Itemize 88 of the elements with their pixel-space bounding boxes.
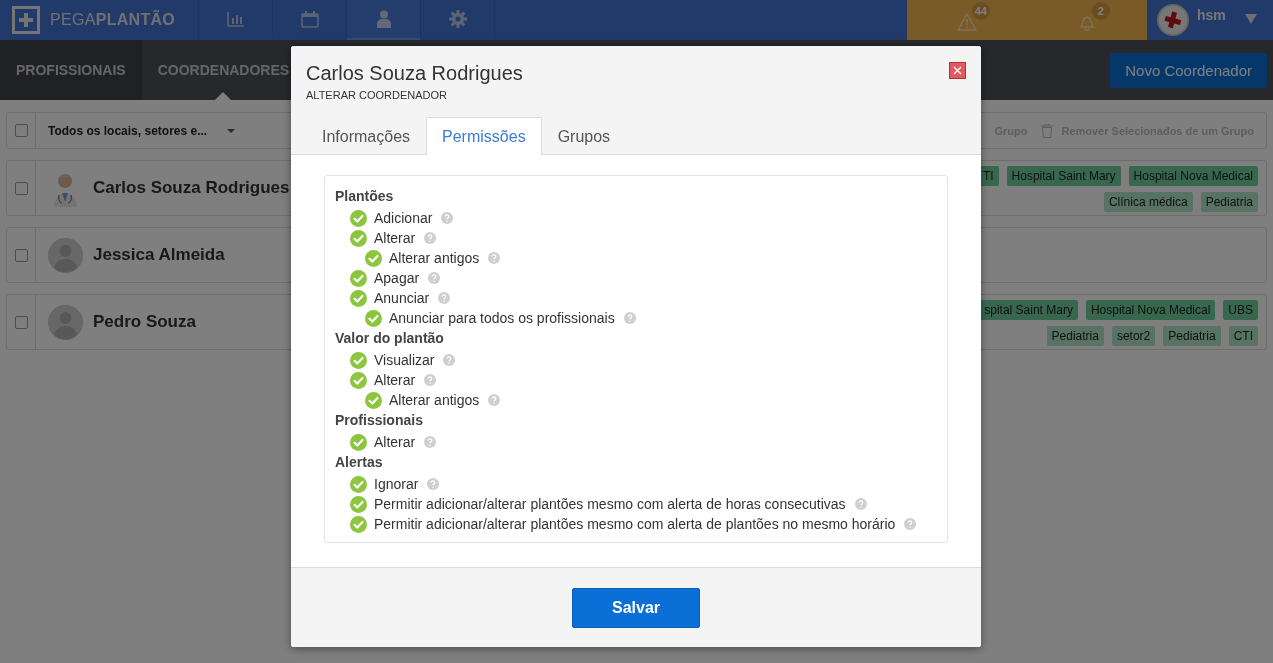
- permission-label: Alterar antigos: [389, 392, 480, 408]
- section-tab[interactable]: PROFISSIONAIS: [0, 40, 142, 100]
- help-icon[interactable]: [488, 252, 501, 264]
- logo-icon: [12, 6, 40, 34]
- place-tag: Hospital Saint Mary: [1006, 166, 1121, 186]
- caret-icon[interactable]: [1245, 14, 1257, 24]
- check-circle-icon[interactable]: [350, 433, 367, 451]
- help-icon[interactable]: [427, 478, 440, 490]
- check-circle-icon[interactable]: [350, 229, 367, 247]
- nav-tab[interactable]: [347, 0, 421, 40]
- check-circle-icon[interactable]: [365, 249, 382, 267]
- permission-label: Permitir adicionar/alterar plantões mesmo com alerta de plantões no mesmo horário: [374, 516, 896, 532]
- help-icon[interactable]: [424, 374, 437, 386]
- modal-tab[interactable]: Grupos: [541, 117, 627, 155]
- filter-dropdown[interactable]: Todos os locais, setores e...: [48, 123, 208, 138]
- bar-chart-icon: [226, 11, 245, 27]
- check-circle-icon[interactable]: [350, 209, 367, 227]
- logo-text: PEGAPLANTÃO: [50, 11, 176, 29]
- modal-subtitle: ALTERAR COORDENADOR: [306, 89, 447, 101]
- permission-label: Anunciar para todos os profissionais: [389, 310, 615, 326]
- permission-label: Alterar: [374, 372, 416, 388]
- sector-tag: Pediatria: [1163, 326, 1221, 346]
- group-heading: Profissionais: [335, 411, 423, 429]
- place-tag: UBS: [1223, 300, 1258, 320]
- check-circle-icon[interactable]: [350, 495, 367, 513]
- help-icon[interactable]: [488, 394, 501, 406]
- help-icon[interactable]: [428, 272, 441, 284]
- bell-icon: [1078, 13, 1096, 31]
- checkbox[interactable]: [14, 124, 28, 137]
- checkbox[interactable]: [14, 181, 28, 195]
- warning-icon: [957, 13, 977, 31]
- person-icon: [376, 10, 391, 28]
- check-circle-icon[interactable]: [350, 351, 367, 369]
- coordinator-name: Jessica Almeida: [93, 245, 225, 265]
- calendar-icon: [300, 10, 319, 28]
- permission-label: Ignorar: [374, 476, 419, 492]
- group-heading: Plantões: [335, 187, 394, 205]
- check-circle-icon[interactable]: [350, 475, 367, 493]
- permission-label: Alterar: [374, 434, 416, 450]
- permission-label: Permitir adicionar/alterar plantões mesmo com alerta de horas consecutivas: [374, 496, 846, 512]
- checkbox[interactable]: [14, 248, 28, 262]
- count-badge: 2: [1091, 2, 1110, 20]
- help-icon[interactable]: [854, 498, 867, 510]
- new-coordinator-button[interactable]: Novo Coordenador: [1110, 53, 1267, 88]
- coordinator-name: Pedro Souza: [93, 312, 196, 332]
- caret-icon[interactable]: [227, 128, 236, 133]
- permission-label: Adicionar: [374, 210, 433, 226]
- place-tag: spital Saint Mary: [979, 300, 1078, 320]
- help-icon[interactable]: [623, 312, 636, 324]
- checkbox[interactable]: [14, 315, 28, 329]
- sector-tag: Clínica médica: [1103, 192, 1193, 212]
- user-name: hsm: [1197, 7, 1226, 23]
- modal-tab[interactable]: Permissões: [426, 117, 542, 155]
- count-badge: 44: [971, 2, 990, 20]
- check-circle-icon[interactable]: [350, 289, 367, 307]
- check-circle-icon[interactable]: [350, 269, 367, 287]
- help-icon[interactable]: [441, 212, 454, 224]
- check-circle-icon[interactable]: [350, 515, 367, 533]
- place-tag: Hospital Nova Medical: [1085, 300, 1216, 320]
- permission-label: Alterar antigos: [389, 250, 480, 266]
- help-icon[interactable]: [443, 354, 456, 366]
- sector-tag: Pediatria: [1200, 192, 1258, 212]
- help-icon[interactable]: [424, 436, 437, 448]
- user-avatar-icon[interactable]: [1157, 4, 1189, 36]
- modal-title: Carlos Souza Rodrigues: [306, 62, 524, 85]
- trash-icon[interactable]: [1041, 123, 1054, 138]
- place-tag: Hospital Nova Medical: [1128, 166, 1258, 186]
- help-icon[interactable]: [904, 518, 917, 530]
- close-button[interactable]: [949, 62, 966, 79]
- modal-tab[interactable]: Informações: [306, 117, 427, 155]
- group-heading: Valor do plantão: [335, 329, 444, 347]
- sector-tag: setor2: [1111, 326, 1156, 346]
- check-circle-icon[interactable]: [350, 371, 367, 389]
- help-icon[interactable]: [438, 292, 451, 304]
- close-icon[interactable]: [953, 66, 962, 75]
- settings-icon: [448, 10, 467, 28]
- permission-label: Alterar: [374, 230, 416, 246]
- check-circle-icon[interactable]: [365, 391, 382, 409]
- permission-label: Apagar: [374, 270, 420, 286]
- coordinator-name: Carlos Souza Rodrigues: [93, 178, 290, 198]
- permission-label: Visualizar: [374, 352, 435, 368]
- sector-tag: CTI: [1228, 326, 1258, 346]
- group-heading: Alertas: [335, 453, 383, 471]
- sector-tag: Pediatria: [1046, 326, 1104, 346]
- help-icon[interactable]: [424, 232, 437, 244]
- check-circle-icon[interactable]: [365, 309, 382, 327]
- save-button[interactable]: Salvar: [572, 587, 700, 628]
- permission-label: Anunciar: [374, 290, 430, 306]
